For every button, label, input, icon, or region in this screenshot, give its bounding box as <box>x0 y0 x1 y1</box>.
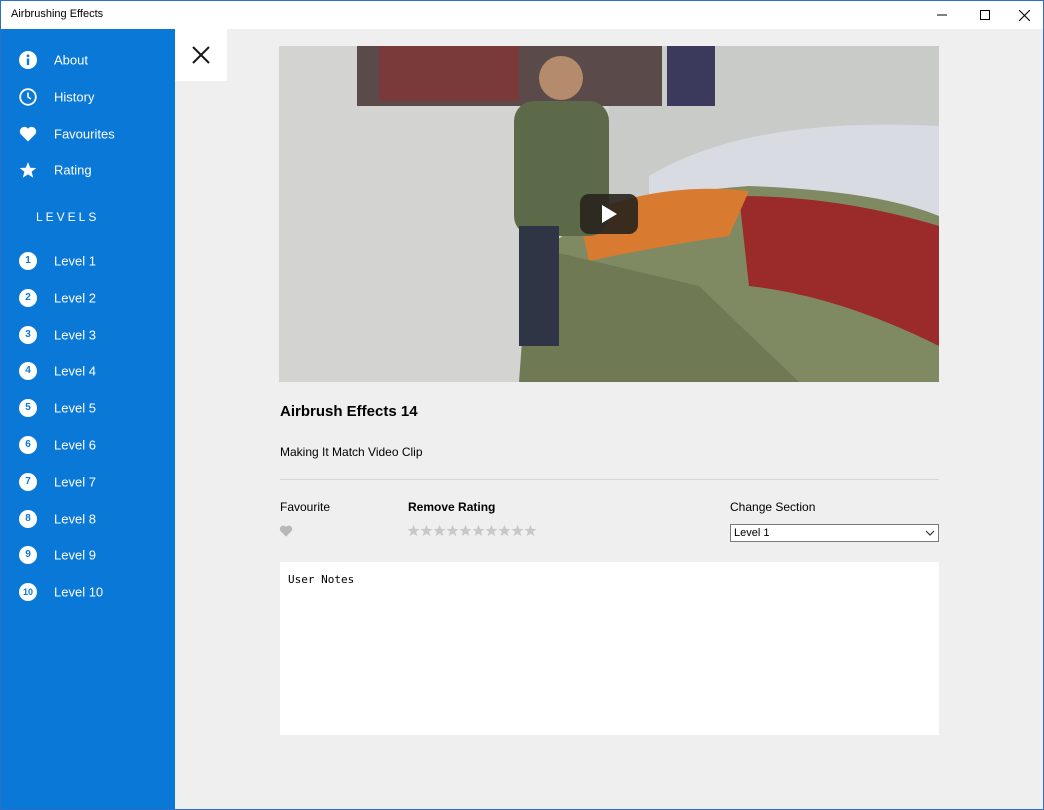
video-player[interactable] <box>279 46 939 382</box>
close-icon <box>1018 9 1030 21</box>
number-7-icon: 7 <box>18 472 38 492</box>
number-10-icon: 10 <box>18 582 38 602</box>
sidebar-item-label: Level 2 <box>54 290 96 306</box>
rating-stars <box>407 524 537 537</box>
number-8-icon: 8 <box>18 509 38 529</box>
sidebar-item-label: Level 7 <box>54 474 96 490</box>
star-icon[interactable] <box>459 524 472 537</box>
minimize-button[interactable] <box>919 1 965 29</box>
number-4-icon: 4 <box>18 361 38 381</box>
title-bar: Airbrushing Effects <box>1 1 1043 29</box>
play-button[interactable] <box>580 194 638 234</box>
star-icon[interactable] <box>407 524 420 537</box>
number-6-icon: 6 <box>18 435 38 455</box>
sidebar-item-level-10[interactable]: 10 Level 10 <box>1 575 175 609</box>
clock-icon <box>18 87 38 107</box>
sidebar-item-label: Level 4 <box>54 363 96 379</box>
sidebar-item-level-7[interactable]: 7 Level 7 <box>1 465 175 499</box>
app-window: Airbrushing Effects About History Favour… <box>0 0 1044 810</box>
star-icon <box>18 160 38 180</box>
sidebar-item-label: Level 3 <box>54 327 96 343</box>
sidebar-item-label: History <box>54 89 95 105</box>
sidebar-item-level-9[interactable]: 9 Level 9 <box>1 538 175 572</box>
section-dropdown[interactable]: Level 1 <box>730 524 939 542</box>
sidebar: About History Favourites Rating LEVELS 1… <box>1 29 175 809</box>
sidebar-item-level-8[interactable]: 8 Level 8 <box>1 502 175 536</box>
divider <box>280 479 939 480</box>
maximize-icon <box>980 10 990 20</box>
sidebar-item-label: Rating <box>54 162 92 178</box>
star-icon[interactable] <box>485 524 498 537</box>
close-window-button[interactable] <box>1001 1 1043 29</box>
play-icon <box>602 205 617 223</box>
star-icon[interactable] <box>433 524 446 537</box>
sidebar-item-label: Level 1 <box>54 253 96 269</box>
video-subtitle: Making It Match Video Clip <box>280 445 423 459</box>
sidebar-item-level-6[interactable]: 6 Level 6 <box>1 428 175 462</box>
sidebar-item-favourites[interactable]: Favourites <box>1 117 175 151</box>
close-icon <box>192 46 210 64</box>
number-9-icon: 9 <box>18 545 38 565</box>
star-icon[interactable] <box>420 524 433 537</box>
sidebar-item-label: About <box>54 52 88 68</box>
info-icon <box>18 50 38 70</box>
section-dropdown-value: Level 1 <box>734 527 770 539</box>
star-icon[interactable] <box>472 524 485 537</box>
star-icon[interactable] <box>524 524 537 537</box>
sidebar-item-label: Level 6 <box>54 437 96 453</box>
favourite-toggle[interactable] <box>279 524 293 542</box>
sidebar-item-level-2[interactable]: 2 Level 2 <box>1 281 175 315</box>
sidebar-item-level-5[interactable]: 5 Level 5 <box>1 391 175 425</box>
number-5-icon: 5 <box>18 398 38 418</box>
sidebar-item-about[interactable]: About <box>1 43 175 77</box>
minimize-icon <box>937 14 947 16</box>
sidebar-item-level-4[interactable]: 4 Level 4 <box>1 354 175 388</box>
change-section-label: Change Section <box>730 500 816 514</box>
star-icon[interactable] <box>498 524 511 537</box>
number-1-icon: 1 <box>18 251 38 271</box>
sidebar-item-label: Level 10 <box>54 584 104 600</box>
sidebar-item-label: Level 5 <box>54 400 96 416</box>
sidebar-item-label: Level 8 <box>54 511 96 527</box>
close-pane-button[interactable] <box>175 29 227 81</box>
favourite-label: Favourite <box>280 500 331 514</box>
sidebar-item-level-3[interactable]: 3 Level 3 <box>1 318 175 352</box>
window-title: Airbrushing Effects <box>11 8 104 20</box>
sidebar-item-rating[interactable]: Rating <box>1 153 175 187</box>
sidebar-item-level-1[interactable]: 1 Level 1 <box>1 244 175 278</box>
number-2-icon: 2 <box>18 288 38 308</box>
star-icon[interactable] <box>446 524 459 537</box>
heart-icon <box>18 124 38 144</box>
video-title: Airbrush Effects 14 <box>280 403 418 420</box>
levels-heading: LEVELS <box>36 210 100 224</box>
remove-rating-button[interactable]: Remove Rating <box>408 500 495 514</box>
sidebar-item-history[interactable]: History <box>1 80 175 114</box>
chevron-down-icon <box>925 530 935 536</box>
number-3-icon: 3 <box>18 325 38 345</box>
sidebar-item-label: Level 9 <box>54 547 96 563</box>
heart-icon <box>279 525 293 537</box>
star-icon[interactable] <box>511 524 524 537</box>
sidebar-item-label: Favourites <box>54 126 115 142</box>
user-notes-field[interactable]: User Notes <box>280 562 939 735</box>
